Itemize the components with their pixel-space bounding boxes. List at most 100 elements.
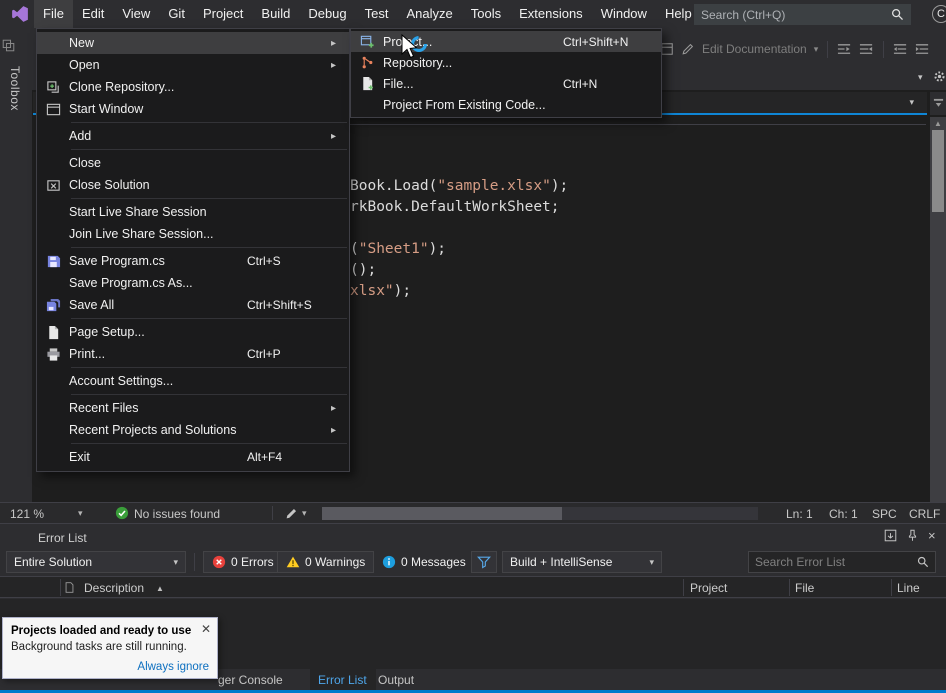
panel-title: Error List — [38, 531, 87, 545]
menubar-item-file[interactable]: File — [34, 0, 73, 28]
file-menu-item-recent-projects-and-solutions[interactable]: Recent Projects and Solutions▸ — [37, 419, 349, 441]
account-avatar[interactable]: C — [932, 5, 946, 23]
file-menu-item-start-window[interactable]: Start Window — [37, 98, 349, 120]
menubar-item-project[interactable]: Project — [194, 0, 252, 28]
filter-funnel-icon — [477, 555, 491, 569]
tab-output[interactable]: Output — [378, 673, 414, 687]
new-repository-icon — [351, 55, 383, 70]
column-header-file[interactable]: File — [795, 581, 814, 595]
gear-icon[interactable] — [933, 70, 946, 83]
line-ending-indicator[interactable]: CRLF — [909, 507, 940, 521]
file-menu-item-clone-repository[interactable]: Clone Repository... — [37, 76, 349, 98]
code-text-segment: ); — [429, 241, 446, 257]
toolbar-separator — [827, 41, 828, 58]
menubar-item-edit[interactable]: Edit — [73, 0, 113, 28]
column-header-description[interactable]: Description — [84, 581, 144, 595]
menubar-item-analyze[interactable]: Analyze — [397, 0, 461, 28]
zoom-level-control[interactable]: 121 % — [10, 507, 44, 521]
search-icon — [917, 556, 929, 568]
close-icon[interactable]: × — [928, 529, 936, 542]
menubar-item-test[interactable]: Test — [356, 0, 398, 28]
file-menu-item-close-solution[interactable]: Close Solution — [37, 174, 349, 196]
menu-item-shortcut: Ctrl+N — [563, 77, 643, 91]
column-header-line[interactable]: Line — [897, 581, 920, 595]
file-menu-item-close[interactable]: Close — [37, 152, 349, 174]
clone-repository-icon — [37, 80, 69, 95]
always-ignore-link[interactable]: Always ignore — [137, 661, 209, 673]
horizontal-scrollbar[interactable] — [322, 507, 758, 520]
tab-error-list[interactable]: Error List — [318, 673, 367, 687]
editor-splitter-button[interactable] — [930, 92, 946, 115]
scope-filter-value: Entire Solution — [14, 555, 92, 569]
column-header-project[interactable]: Project — [690, 581, 727, 595]
menu-item-label: Account Settings... — [69, 374, 247, 388]
pin-icon[interactable] — [906, 529, 919, 542]
code-line: ("Sheet1"); — [350, 239, 568, 260]
menu-item-label: Project From Existing Code... — [383, 98, 563, 112]
horizontal-scrollbar-thumb[interactable] — [322, 507, 562, 520]
new-submenu-item-project-from-existing-code[interactable]: Project From Existing Code... — [351, 94, 661, 115]
warning-icon — [286, 555, 300, 569]
menu-item-label: Page Setup... — [69, 325, 247, 339]
severity-column-icon[interactable] — [64, 582, 75, 593]
error-list-search-box[interactable]: Search Error List — [748, 551, 936, 573]
file-menu-item-account-settings[interactable]: Account Settings... — [37, 370, 349, 392]
file-menu-item-recent-files[interactable]: Recent Files▸ — [37, 397, 349, 419]
menubar-item-build[interactable]: Build — [252, 0, 299, 28]
menu-item-label: Save All — [69, 298, 247, 312]
outline-collapse-icon[interactable] — [859, 42, 874, 56]
zoom-caret-icon[interactable]: ▾ — [78, 508, 83, 519]
quick-search-box[interactable]: Search (Ctrl+Q) — [694, 4, 911, 25]
messages-toggle-button[interactable]: 0 Messages — [373, 551, 475, 573]
dock-windows-icon — [2, 39, 15, 52]
navigation-dropdown-caret-icon[interactable]: ▾ — [909, 97, 914, 108]
file-menu-item-page-setup[interactable]: Page Setup... — [37, 321, 349, 343]
file-menu-item-save-program-cs-as[interactable]: Save Program.cs As... — [37, 272, 349, 294]
menubar-item-window[interactable]: Window — [592, 0, 656, 28]
edit-documentation-button[interactable]: Edit Documentation — [702, 42, 807, 56]
code-text[interactable]: Book.Load("sample.xlsx");rkBook.DefaultW… — [350, 176, 568, 302]
file-menu-item-exit[interactable]: ExitAlt+F4 — [37, 446, 349, 468]
source-filter-value: Build + IntelliSense — [510, 555, 612, 569]
pen-icon[interactable] — [285, 507, 298, 520]
vertical-scrollbar-thumb[interactable] — [932, 130, 944, 212]
new-submenu-item-file[interactable]: File...Ctrl+N — [351, 73, 661, 94]
menubar-item-view[interactable]: View — [113, 0, 159, 28]
tab-package-manager-console[interactable]: ger Console — [218, 673, 283, 687]
file-menu-item-add[interactable]: Add▸ — [37, 125, 349, 147]
visual-studio-window: FileEditViewGitProjectBuildDebugTestAnal… — [0, 0, 946, 693]
scroll-up-arrow-icon[interactable]: ▲ — [930, 117, 946, 130]
menubar-item-tools[interactable]: Tools — [462, 0, 510, 28]
chevron-down-icon[interactable]: ▾ — [814, 44, 819, 55]
window-position-icon[interactable] — [884, 529, 897, 542]
menubar-item-debug[interactable]: Debug — [299, 0, 355, 28]
vertical-scrollbar[interactable]: ▲ — [930, 117, 946, 502]
sort-ascending-icon: ▲ — [156, 584, 164, 593]
code-text-segment: (); — [350, 262, 376, 278]
file-menu-item-save-all[interactable]: Save AllCtrl+Shift+S — [37, 294, 349, 316]
close-icon[interactable]: ✕ — [201, 622, 211, 636]
file-menu-item-start-live-share-session[interactable]: Start Live Share Session — [37, 201, 349, 223]
scope-filter-dropdown[interactable]: Entire Solution ▾ — [6, 551, 186, 573]
warnings-toggle-button[interactable]: 0 Warnings — [277, 551, 374, 573]
file-menu-item-save-program-cs[interactable]: Save Program.csCtrl+S — [37, 250, 349, 272]
file-menu-item-join-live-share-session[interactable]: Join Live Share Session... — [37, 223, 349, 245]
document-dropdown-caret-icon[interactable]: ▾ — [918, 72, 923, 83]
spaces-indicator[interactable]: SPC — [872, 507, 897, 521]
errors-toggle-button[interactable]: 0 Errors — [203, 551, 283, 573]
indent-increase-icon[interactable] — [915, 42, 930, 56]
submenu-arrow-icon: ▸ — [331, 425, 345, 436]
file-menu-item-print[interactable]: Print...Ctrl+P — [37, 343, 349, 365]
outline-expand-icon[interactable] — [837, 42, 852, 56]
toolbox-side-tab[interactable]: Toolbox — [8, 66, 22, 111]
indent-decrease-icon[interactable] — [893, 42, 908, 56]
submenu-arrow-icon: ▸ — [331, 60, 345, 71]
filter-button[interactable] — [471, 551, 497, 573]
source-filter-dropdown[interactable]: Build + IntelliSense ▾ — [502, 551, 662, 573]
file-menu-item-new[interactable]: New▸ — [37, 32, 349, 54]
file-menu-item-open[interactable]: Open▸ — [37, 54, 349, 76]
file-menu-items: New▸Open▸Clone Repository...Start Window… — [37, 32, 349, 468]
menubar-item-git[interactable]: Git — [159, 0, 194, 28]
menubar-item-extensions[interactable]: Extensions — [510, 0, 592, 28]
health-status-text[interactable]: No issues found — [134, 507, 220, 521]
